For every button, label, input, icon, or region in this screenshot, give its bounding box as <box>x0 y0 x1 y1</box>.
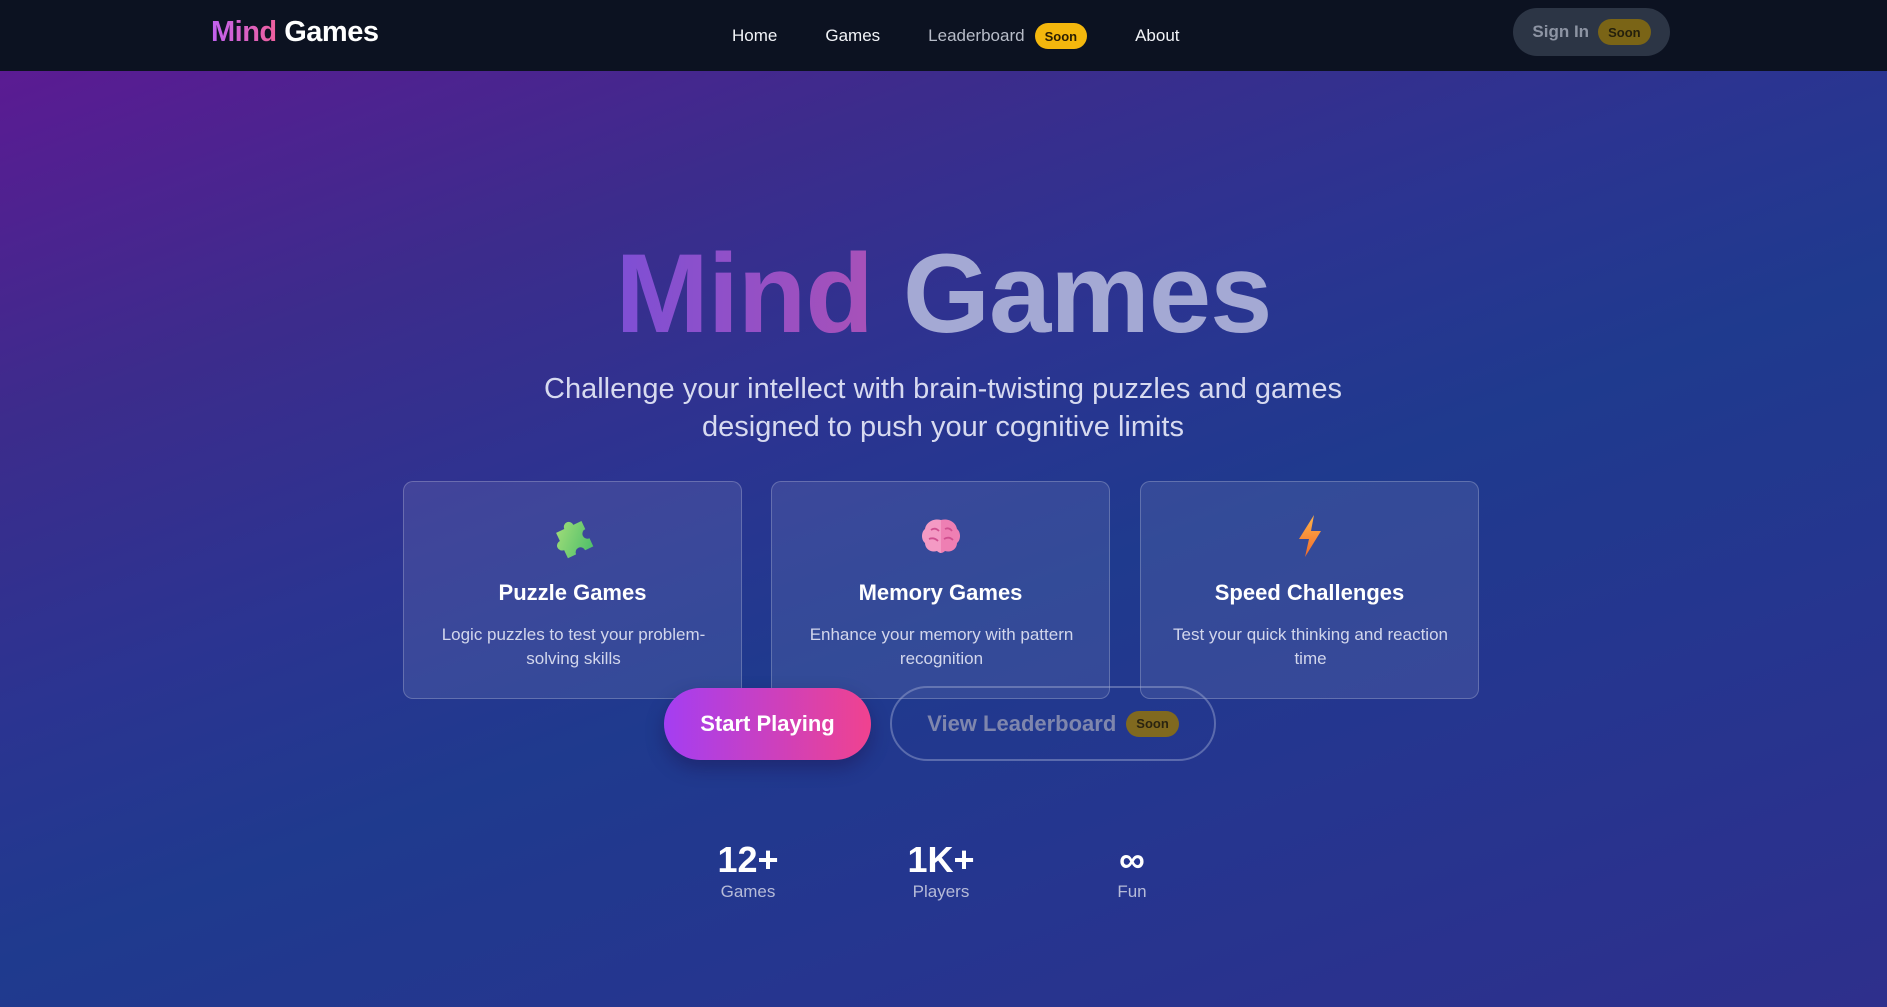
sign-in-label: Sign In <box>1532 22 1590 41</box>
top-navbar: Mind Games Home Games Leaderboard Soon A… <box>0 0 1887 71</box>
stat-value: 1K+ <box>907 839 975 880</box>
logo-mind-text: Mind <box>211 16 277 48</box>
card-speed-challenges[interactable]: Speed Challenges Test your quick thinkin… <box>1140 481 1479 699</box>
card-description: Enhance your memory with pattern recogni… <box>809 625 1074 668</box>
hero-title: Mind Games <box>0 227 1887 361</box>
view-leaderboard-button[interactable]: View Leaderboard Soon <box>890 686 1216 761</box>
feature-cards: Puzzle Games Logic puzzles to test your … <box>403 481 1479 699</box>
nav-about[interactable]: About <box>1135 26 1179 46</box>
nav-home[interactable]: Home <box>732 26 777 46</box>
hero-title-games: Games <box>902 231 1273 356</box>
subtitle-line-1: Challenge your intellect with brain-twis… <box>544 373 1342 405</box>
nav-leaderboard-group[interactable]: Leaderboard Soon <box>928 23 1088 49</box>
stat-value: 12+ <box>717 839 779 880</box>
stat-players: 1K+ Players <box>876 838 1006 902</box>
stat-label: Fun <box>1117 882 1147 901</box>
view-leaderboard-label: View Leaderboard <box>927 710 1117 736</box>
soon-badge: Soon <box>1126 710 1179 737</box>
nav-games[interactable]: Games <box>825 26 880 46</box>
start-playing-button[interactable]: Start Playing <box>664 688 871 760</box>
soon-badge: Soon <box>1034 23 1088 49</box>
brain-icon <box>772 512 1109 560</box>
hero-subtitle: Challenge your intellect with brain-twis… <box>443 370 1443 446</box>
nav-links: Home Games Leaderboard Soon About <box>732 18 1228 54</box>
sign-in-button[interactable]: Sign In Soon <box>1513 8 1670 56</box>
site-logo[interactable]: Mind Games <box>211 16 379 49</box>
puzzle-piece-icon <box>404 512 741 560</box>
card-puzzle-games[interactable]: Puzzle Games Logic puzzles to test your … <box>403 481 742 699</box>
lightning-icon <box>1141 512 1478 560</box>
card-title: Speed Challenges <box>1214 580 1405 605</box>
stat-games: 12+ Games <box>683 838 813 902</box>
stat-value: ∞ <box>1119 839 1145 880</box>
subtitle-line-2: designed to push your cognitive limits <box>702 411 1184 443</box>
nav-leaderboard[interactable]: Leaderboard <box>928 26 1024 46</box>
soon-badge: Soon <box>1598 19 1651 45</box>
card-title: Memory Games <box>858 580 1023 605</box>
stat-fun: ∞ Fun <box>1067 838 1197 902</box>
card-title: Puzzle Games <box>498 580 647 605</box>
stat-label: Games <box>720 882 776 901</box>
hero-title-mind: Mind <box>615 231 874 356</box>
card-memory-games[interactable]: Memory Games Enhance your memory with pa… <box>771 481 1110 699</box>
logo-games-text: Games <box>284 16 379 48</box>
stat-label: Players <box>912 882 970 901</box>
card-description: Logic puzzles to test your problem-solvi… <box>441 625 706 668</box>
card-description: Test your quick thinking and reaction ti… <box>1173 625 1448 668</box>
